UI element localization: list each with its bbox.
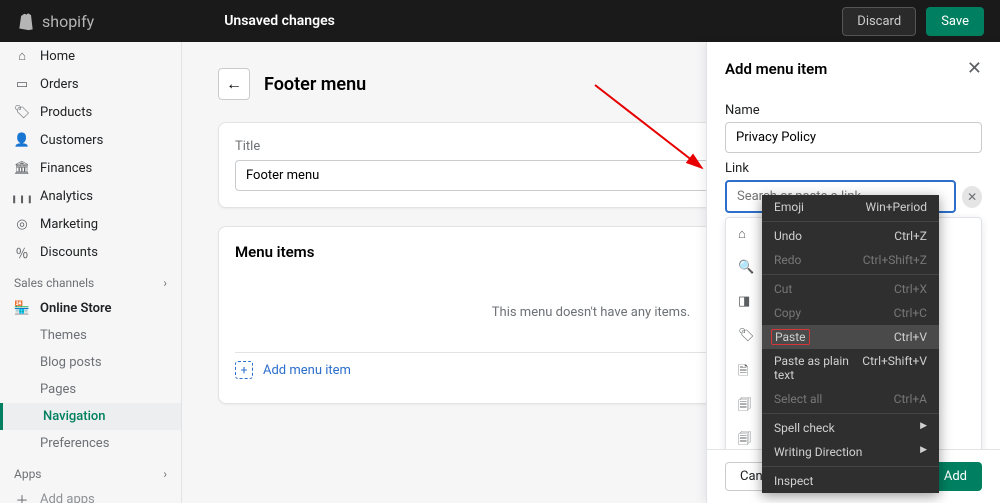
sidebar-item-discounts[interactable]: ％Discounts <box>0 238 181 266</box>
home-icon: ⌂ <box>14 48 30 64</box>
sidebar-item-finances[interactable]: 🏛Finances <box>0 154 181 182</box>
name-input[interactable] <box>725 122 982 153</box>
ctx-paste[interactable]: PasteCtrl+V <box>762 325 939 349</box>
ctx-select-all: Select allCtrl+A <box>762 387 939 411</box>
sidebar-subitem-navigation[interactable]: Navigation <box>0 403 181 430</box>
discard-button[interactable]: Discard <box>842 7 916 36</box>
plus-dashed-icon: + <box>235 361 253 379</box>
sidebar-subitem-preferences[interactable]: Preferences <box>0 430 181 457</box>
sidebar-item-add-apps[interactable]: ＋Add apps <box>0 485 181 503</box>
page-title: Footer menu <box>264 74 366 95</box>
link-field-label: Link <box>725 161 982 176</box>
sales-channels-header: Sales channels› <box>0 266 181 294</box>
target-icon: ◎ <box>14 216 30 232</box>
sidebar-subitem-blog-posts[interactable]: Blog posts <box>0 349 181 376</box>
search-icon: 🔍 <box>738 260 756 278</box>
page-icon: 🗎 <box>738 362 756 380</box>
ctx-paste-plain[interactable]: Paste as plain textCtrl+Shift+V <box>762 349 939 387</box>
sidebar-item-marketing[interactable]: ◎Marketing <box>0 210 181 238</box>
sidebar-item-online-store[interactable]: 🏪Online Store <box>0 294 181 322</box>
panel-title: Add menu item <box>725 60 827 78</box>
sidebar-item-orders[interactable]: ▭Orders <box>0 70 181 98</box>
ctx-writing-direction[interactable]: Writing Direction▶ <box>762 440 939 464</box>
sidebar-item-products[interactable]: 🏷Products <box>0 98 181 126</box>
chevron-right-icon: ▶ <box>920 445 927 459</box>
save-button[interactable]: Save <box>926 7 984 36</box>
apps-header: Apps› <box>0 457 181 485</box>
chevron-right-icon[interactable]: › <box>163 467 167 481</box>
blogpost-icon: 🗐 <box>738 430 756 448</box>
shopify-logo: shopify <box>16 11 94 31</box>
chevron-right-icon[interactable]: › <box>163 276 167 290</box>
close-button[interactable]: ✕ <box>967 58 982 79</box>
ctx-spell-check[interactable]: Spell check▶ <box>762 416 939 440</box>
context-menu: EmojiWin+Period UndoCtrl+Z RedoCtrl+Shif… <box>762 195 939 493</box>
chevron-right-icon: ▶ <box>920 421 927 435</box>
person-icon: 👤 <box>14 132 30 148</box>
sidebar-subitem-themes[interactable]: Themes <box>0 322 181 349</box>
ctx-redo: RedoCtrl+Shift+Z <box>762 248 939 272</box>
sidebar-subitem-pages[interactable]: Pages <box>0 376 181 403</box>
sidebar-item-home[interactable]: ⌂Home <box>0 42 181 70</box>
ctx-inspect[interactable]: Inspect <box>762 469 939 493</box>
ctx-emoji[interactable]: EmojiWin+Period <box>762 195 939 219</box>
blog-icon: 🗐 <box>738 396 756 414</box>
back-button[interactable]: ← <box>218 68 250 100</box>
sidebar-item-customers[interactable]: 👤Customers <box>0 126 181 154</box>
collections-icon: ◨ <box>738 294 756 312</box>
sidebar: ⌂Home ▭Orders 🏷Products 👤Customers 🏛Fina… <box>0 42 182 503</box>
sidebar-item-analytics[interactable]: ╻╻╻Analytics <box>0 182 181 210</box>
logo-text: shopify <box>42 12 94 31</box>
arrow-left-icon: ← <box>226 74 242 94</box>
store-icon: 🏪 <box>14 300 30 316</box>
ctx-copy: CopyCtrl+C <box>762 301 939 325</box>
ctx-cut: CutCtrl+X <box>762 277 939 301</box>
tag-icon: 🏷 <box>14 104 30 120</box>
orders-icon: ▭ <box>14 76 30 92</box>
clear-link-button[interactable]: ✕ <box>962 186 982 208</box>
unsaved-changes-label: Unsaved changes <box>224 13 335 29</box>
bank-icon: 🏛 <box>14 160 30 176</box>
analytics-icon: ╻╻╻ <box>14 188 30 204</box>
plus-icon: ＋ <box>14 491 30 503</box>
tag-icon: 🏷 <box>738 328 756 346</box>
ctx-undo[interactable]: UndoCtrl+Z <box>762 224 939 248</box>
top-bar: shopify Unsaved changes Discard Save <box>0 0 1000 42</box>
discount-icon: ％ <box>14 244 30 260</box>
home-icon: ⌂ <box>738 226 756 244</box>
name-field-label: Name <box>725 103 982 118</box>
